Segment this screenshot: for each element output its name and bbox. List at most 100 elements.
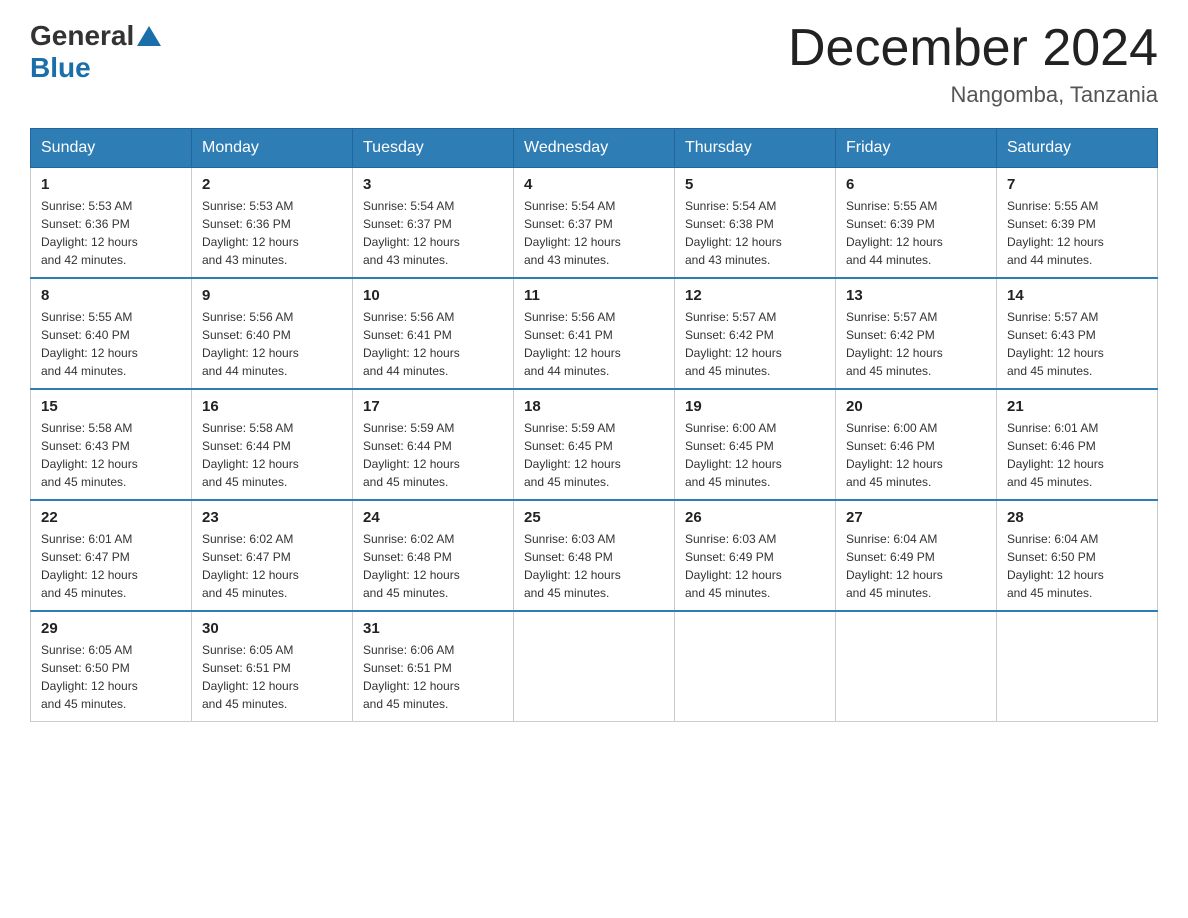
day-info: Sunrise: 6:00 AMSunset: 6:45 PMDaylight:… — [685, 419, 825, 491]
calendar-cell: 18 Sunrise: 5:59 AMSunset: 6:45 PMDayligh… — [514, 389, 675, 500]
calendar-cell: 17 Sunrise: 5:59 AMSunset: 6:44 PMDayligh… — [353, 389, 514, 500]
calendar-week-row: 22 Sunrise: 6:01 AMSunset: 6:47 PMDayligh… — [31, 500, 1158, 611]
day-info: Sunrise: 5:56 AMSunset: 6:41 PMDaylight:… — [524, 308, 664, 380]
logo-blue: Blue — [30, 52, 91, 84]
day-info: Sunrise: 5:54 AMSunset: 6:37 PMDaylight:… — [363, 197, 503, 269]
day-info: Sunrise: 6:00 AMSunset: 6:46 PMDaylight:… — [846, 419, 986, 491]
day-number: 2 — [202, 176, 342, 193]
day-number: 1 — [41, 176, 181, 193]
calendar-table: SundayMondayTuesdayWednesdayThursdayFrid… — [30, 128, 1158, 722]
day-info: Sunrise: 5:53 AMSunset: 6:36 PMDaylight:… — [202, 197, 342, 269]
calendar-week-row: 15 Sunrise: 5:58 AMSunset: 6:43 PMDayligh… — [31, 389, 1158, 500]
calendar-cell: 13 Sunrise: 5:57 AMSunset: 6:42 PMDayligh… — [836, 278, 997, 389]
day-info: Sunrise: 6:02 AMSunset: 6:48 PMDaylight:… — [363, 530, 503, 602]
weekday-header-sunday: Sunday — [31, 129, 192, 168]
day-number: 19 — [685, 398, 825, 415]
logo-general: General — [30, 20, 134, 52]
weekday-header-friday: Friday — [836, 129, 997, 168]
day-number: 16 — [202, 398, 342, 415]
day-number: 9 — [202, 287, 342, 304]
day-info: Sunrise: 5:58 AMSunset: 6:43 PMDaylight:… — [41, 419, 181, 491]
day-info: Sunrise: 5:55 AMSunset: 6:40 PMDaylight:… — [41, 308, 181, 380]
calendar-cell: 6 Sunrise: 5:55 AMSunset: 6:39 PMDaylight… — [836, 168, 997, 279]
day-info: Sunrise: 5:54 AMSunset: 6:38 PMDaylight:… — [685, 197, 825, 269]
day-info: Sunrise: 6:03 AMSunset: 6:49 PMDaylight:… — [685, 530, 825, 602]
calendar-cell: 1 Sunrise: 5:53 AMSunset: 6:36 PMDaylight… — [31, 168, 192, 279]
weekday-header-tuesday: Tuesday — [353, 129, 514, 168]
calendar-cell: 28Sunrise: 6:04 AMSunset: 6:50 PMDayligh… — [997, 500, 1158, 611]
day-info: Sunrise: 5:55 AMSunset: 6:39 PMDaylight:… — [846, 197, 986, 269]
day-info: Sunrise: 6:01 AMSunset: 6:46 PMDaylight:… — [1007, 419, 1147, 491]
page-header: General Blue December 2024 Nangomba, Tan… — [30, 20, 1158, 108]
calendar-cell: 12Sunrise: 5:57 AMSunset: 6:42 PMDayligh… — [675, 278, 836, 389]
day-number: 24 — [363, 509, 503, 526]
calendar-cell: 16Sunrise: 5:58 AMSunset: 6:44 PMDayligh… — [192, 389, 353, 500]
day-info: Sunrise: 6:05 AMSunset: 6:51 PMDaylight:… — [202, 641, 342, 713]
day-info: Sunrise: 5:57 AMSunset: 6:43 PMDaylight:… — [1007, 308, 1147, 380]
day-number: 29 — [41, 620, 181, 637]
day-number: 5 — [685, 176, 825, 193]
calendar-cell: 5 Sunrise: 5:54 AMSunset: 6:38 PMDaylight… — [675, 168, 836, 279]
calendar-cell: 3 Sunrise: 5:54 AMSunset: 6:37 PMDaylight… — [353, 168, 514, 279]
day-number: 15 — [41, 398, 181, 415]
day-info: Sunrise: 6:01 AMSunset: 6:47 PMDaylight:… — [41, 530, 181, 602]
calendar-cell: 26Sunrise: 6:03 AMSunset: 6:49 PMDayligh… — [675, 500, 836, 611]
day-number: 22 — [41, 509, 181, 526]
day-info: Sunrise: 6:06 AMSunset: 6:51 PMDaylight:… — [363, 641, 503, 713]
day-number: 31 — [363, 620, 503, 637]
month-title: December 2024 — [788, 20, 1158, 77]
day-info: Sunrise: 5:59 AMSunset: 6:44 PMDaylight:… — [363, 419, 503, 491]
day-number: 27 — [846, 509, 986, 526]
day-number: 4 — [524, 176, 664, 193]
calendar-cell: 8 Sunrise: 5:55 AMSunset: 6:40 PMDaylight… — [31, 278, 192, 389]
day-info: Sunrise: 6:02 AMSunset: 6:47 PMDaylight:… — [202, 530, 342, 602]
day-number: 14 — [1007, 287, 1147, 304]
day-info: Sunrise: 5:54 AMSunset: 6:37 PMDaylight:… — [524, 197, 664, 269]
location-title: Nangomba, Tanzania — [788, 82, 1158, 108]
calendar-week-row: 1 Sunrise: 5:53 AMSunset: 6:36 PMDaylight… — [31, 168, 1158, 279]
day-info: Sunrise: 5:57 AMSunset: 6:42 PMDaylight:… — [846, 308, 986, 380]
day-info: Sunrise: 5:59 AMSunset: 6:45 PMDaylight:… — [524, 419, 664, 491]
day-info: Sunrise: 5:53 AMSunset: 6:36 PMDaylight:… — [41, 197, 181, 269]
day-info: Sunrise: 5:56 AMSunset: 6:40 PMDaylight:… — [202, 308, 342, 380]
calendar-cell: 2 Sunrise: 5:53 AMSunset: 6:36 PMDaylight… — [192, 168, 353, 279]
calendar-cell — [514, 611, 675, 722]
calendar-cell: 14 Sunrise: 5:57 AMSunset: 6:43 PMDayligh… — [997, 278, 1158, 389]
weekday-header-saturday: Saturday — [997, 129, 1158, 168]
calendar-cell: 10 Sunrise: 5:56 AMSunset: 6:41 PMDayligh… — [353, 278, 514, 389]
calendar-cell: 23Sunrise: 6:02 AMSunset: 6:47 PMDayligh… — [192, 500, 353, 611]
day-number: 8 — [41, 287, 181, 304]
calendar-cell: 27Sunrise: 6:04 AMSunset: 6:49 PMDayligh… — [836, 500, 997, 611]
day-number: 25 — [524, 509, 664, 526]
calendar-cell: 19 Sunrise: 6:00 AMSunset: 6:45 PMDayligh… — [675, 389, 836, 500]
calendar-cell: 24 Sunrise: 6:02 AMSunset: 6:48 PMDayligh… — [353, 500, 514, 611]
day-number: 18 — [524, 398, 664, 415]
day-number: 28 — [1007, 509, 1147, 526]
calendar-cell: 11 Sunrise: 5:56 AMSunset: 6:41 PMDayligh… — [514, 278, 675, 389]
calendar-week-row: 29 Sunrise: 6:05 AMSunset: 6:50 PMDayligh… — [31, 611, 1158, 722]
calendar-cell: 29 Sunrise: 6:05 AMSunset: 6:50 PMDayligh… — [31, 611, 192, 722]
logo: General Blue — [30, 20, 164, 84]
weekday-header-row: SundayMondayTuesdayWednesdayThursdayFrid… — [31, 129, 1158, 168]
day-number: 13 — [846, 287, 986, 304]
day-number: 20 — [846, 398, 986, 415]
calendar-cell: 21 Sunrise: 6:01 AMSunset: 6:46 PMDayligh… — [997, 389, 1158, 500]
day-number: 3 — [363, 176, 503, 193]
day-info: Sunrise: 5:55 AMSunset: 6:39 PMDaylight:… — [1007, 197, 1147, 269]
calendar-cell — [997, 611, 1158, 722]
day-number: 21 — [1007, 398, 1147, 415]
day-number: 11 — [524, 287, 664, 304]
day-info: Sunrise: 5:56 AMSunset: 6:41 PMDaylight:… — [363, 308, 503, 380]
calendar-cell: 9 Sunrise: 5:56 AMSunset: 6:40 PMDaylight… — [192, 278, 353, 389]
day-number: 17 — [363, 398, 503, 415]
calendar-week-row: 8 Sunrise: 5:55 AMSunset: 6:40 PMDaylight… — [31, 278, 1158, 389]
weekday-header-monday: Monday — [192, 129, 353, 168]
calendar-cell: 30Sunrise: 6:05 AMSunset: 6:51 PMDayligh… — [192, 611, 353, 722]
calendar-cell: 20 Sunrise: 6:00 AMSunset: 6:46 PMDayligh… — [836, 389, 997, 500]
calendar-cell: 15 Sunrise: 5:58 AMSunset: 6:43 PMDayligh… — [31, 389, 192, 500]
day-number: 10 — [363, 287, 503, 304]
day-info: Sunrise: 6:05 AMSunset: 6:50 PMDaylight:… — [41, 641, 181, 713]
calendar-cell — [836, 611, 997, 722]
day-number: 6 — [846, 176, 986, 193]
day-number: 12 — [685, 287, 825, 304]
